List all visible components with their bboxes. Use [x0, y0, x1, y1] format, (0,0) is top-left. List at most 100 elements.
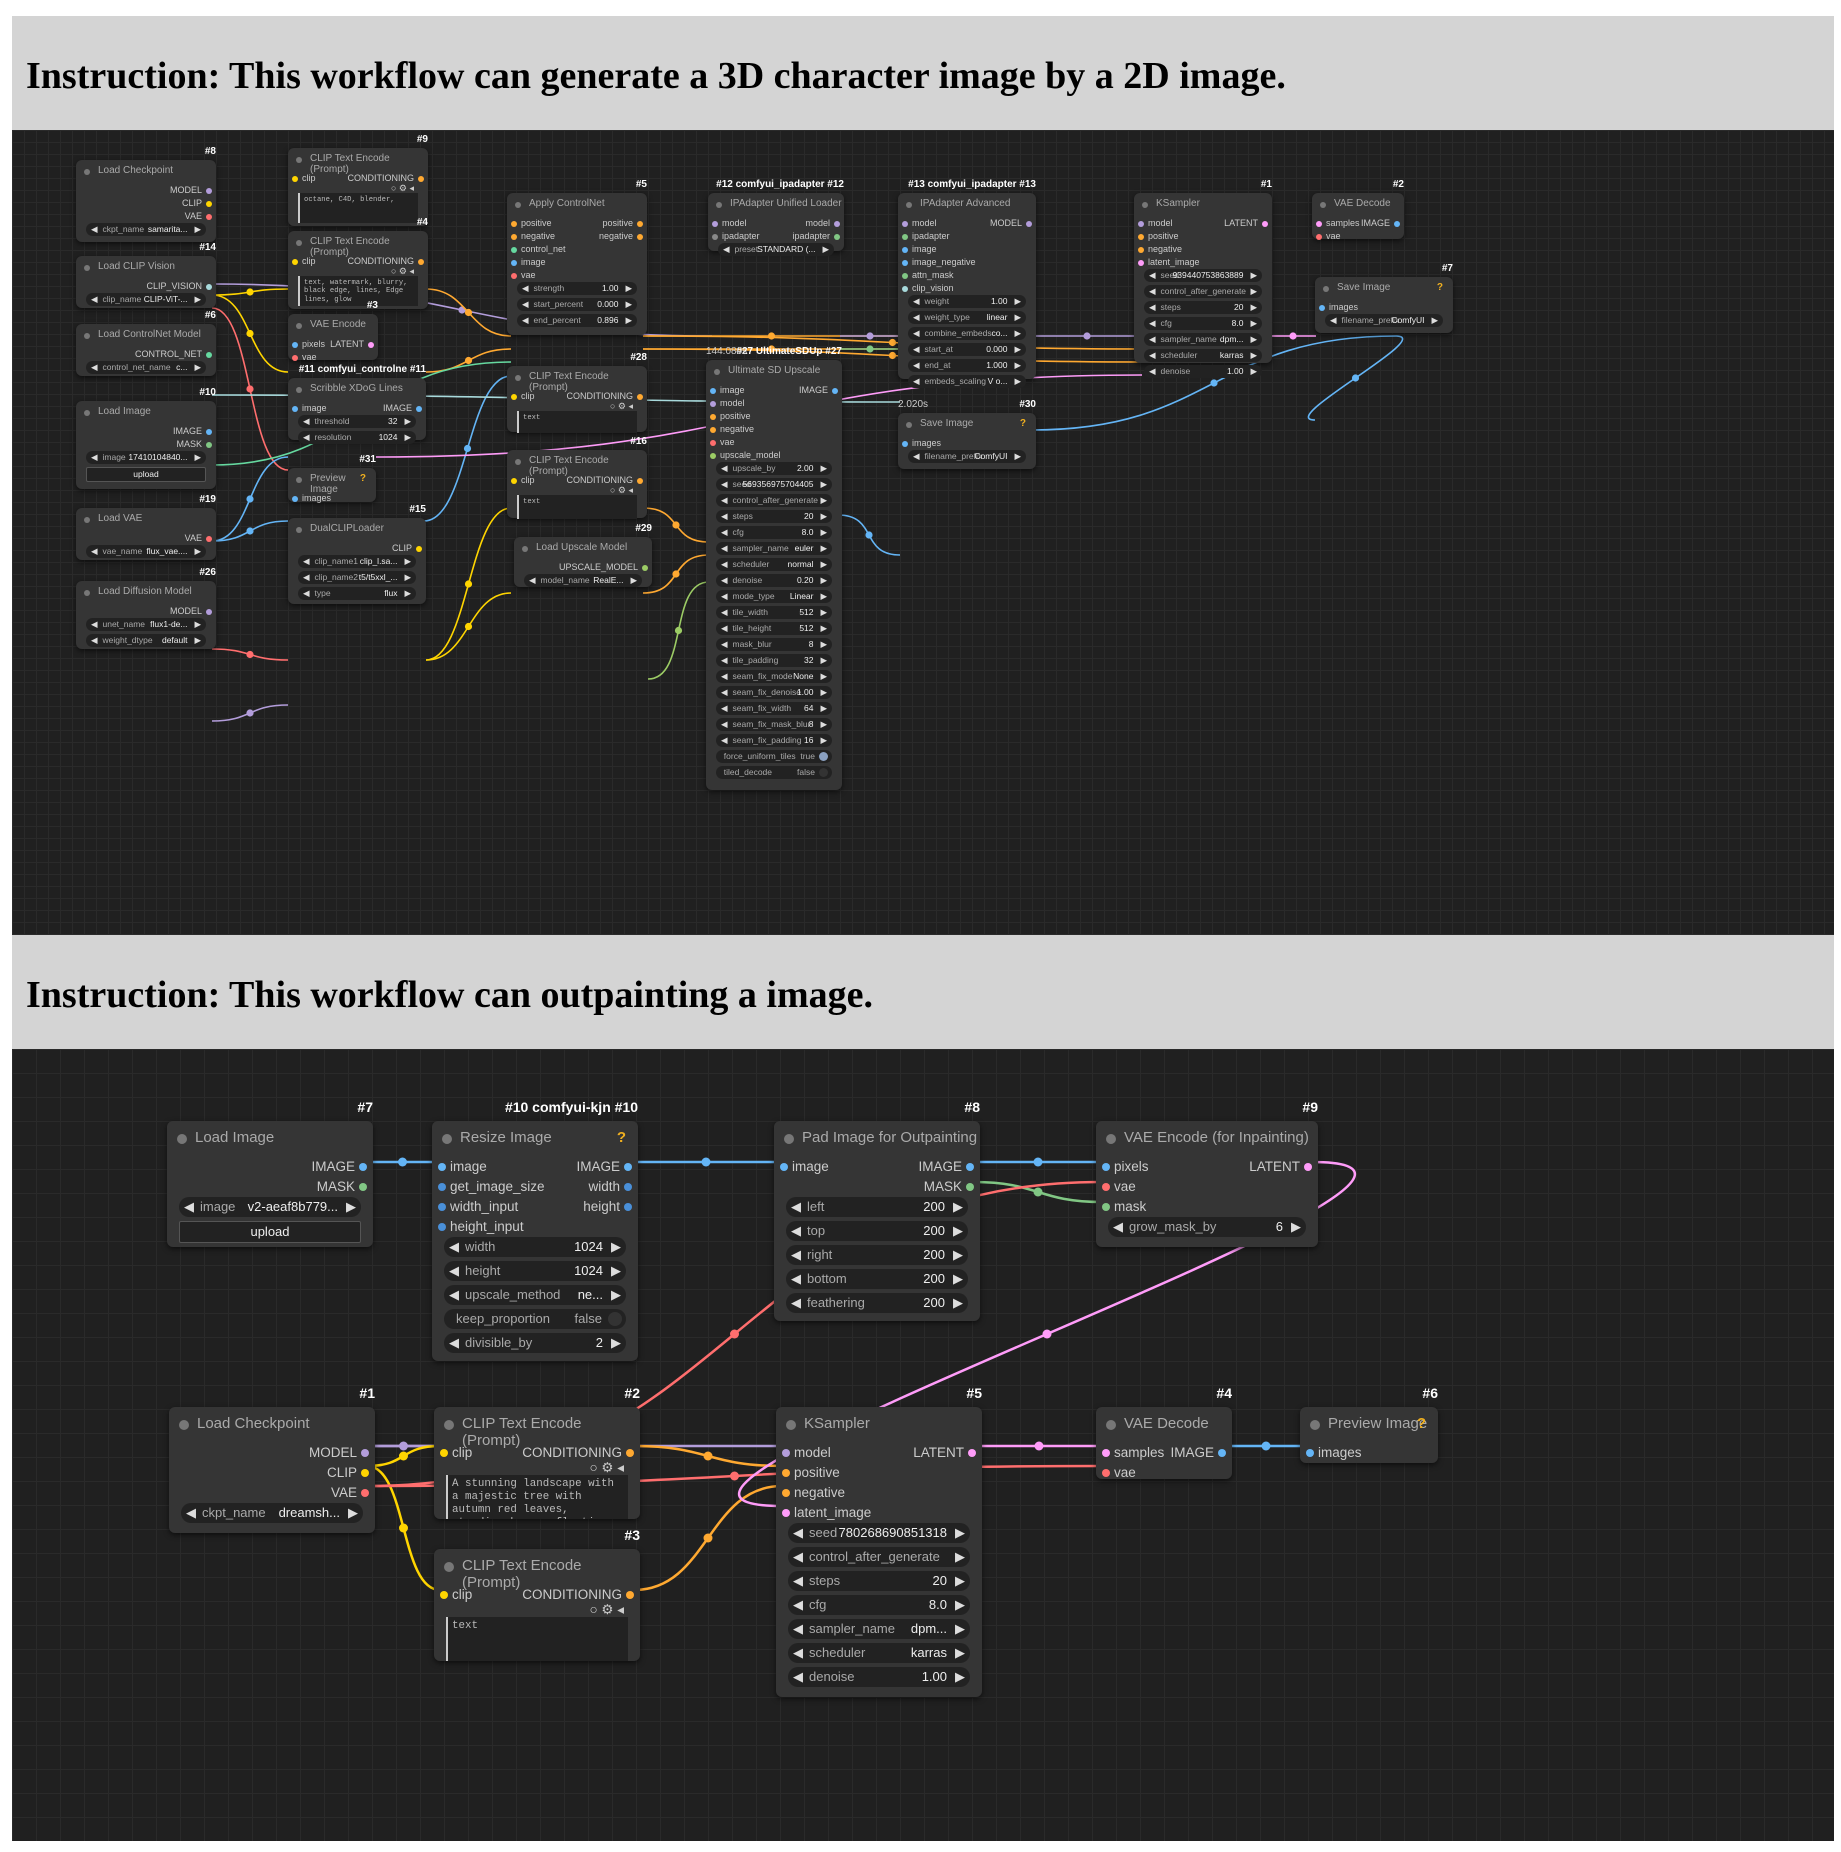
- w1-scribble-widget-resolution-decrement-icon[interactable]: ◀: [303, 431, 310, 444]
- w1-vae-decode-title[interactable]: VAE Decode: [1334, 198, 1391, 209]
- w1-ultimate-sd-widget-seed-increment-icon[interactable]: ▶: [820, 478, 827, 491]
- w2-ksampler-widget-denoise-decrement-icon[interactable]: ◀: [793, 1667, 803, 1687]
- w1-ultimate-sd-in-upscale-model-pin[interactable]: [710, 452, 716, 459]
- link-midpoint[interactable]: [701, 1157, 711, 1167]
- w1-dual-clip-widget-clip2-increment-icon[interactable]: ▶: [404, 571, 411, 584]
- w1-ultimate-sd-widget-seam-fix-denoise-increment-icon[interactable]: ▶: [820, 686, 827, 699]
- w2-clip-text-3[interactable]: CLIP Text Encode (Prompt) clip CONDITIONIN…: [434, 1549, 640, 1661]
- w1-load-checkpoint-out-model-pin[interactable]: [206, 187, 212, 194]
- w1-ultimate-sd-widget-seam-fix-mode-decrement-icon[interactable]: ◀: [721, 670, 728, 683]
- w1-ultimate-sd-widget-upscale-by-decrement-icon[interactable]: ◀: [721, 462, 728, 475]
- w1-ksampler[interactable]: KSampler model LATENT positive negative laten…: [1134, 193, 1272, 378]
- w1-load-image-widget-image[interactable]: ◀ image 17410104840... ▶: [86, 451, 206, 464]
- w2-ksampler-widget-control-after-generate-decrement-icon[interactable]: ◀: [793, 1547, 803, 1567]
- w1-clip-text-9-collapse-dot[interactable]: [296, 156, 302, 163]
- w1-load-vae-widget-vae-decrement-icon[interactable]: ◀: [91, 545, 98, 558]
- link-midpoint[interactable]: [464, 308, 473, 317]
- w1-ipadapter-adv-widget-combine-embeds[interactable]: ◀ combine_embeds co... ▶: [908, 327, 1026, 340]
- w1-ultimate-sd-collapse-dot[interactable]: [714, 368, 720, 375]
- workflow-canvas-2[interactable]: Load Image IMAGE MASK ◀ image v2-aeaf8b779...…: [12, 1049, 1834, 1841]
- w1-ipadapter-adv-collapse-dot[interactable]: [906, 201, 912, 208]
- w1-ultimate-sd-widget-force-uniform-toggle-knob[interactable]: [818, 751, 828, 762]
- w1-load-vae-widget-vae-increment-icon[interactable]: ▶: [194, 545, 201, 558]
- w2-resize-image-widget-height-decrement-icon[interactable]: ◀: [449, 1261, 459, 1281]
- w2-ksampler-widget-denoise-increment-icon[interactable]: ▶: [955, 1667, 965, 1687]
- w1-load-upscale[interactable]: Load Upscale Model UPSCALE_MODEL ◀ model_na…: [514, 537, 652, 587]
- w1-ksampler-widget-sampler-name-increment-icon[interactable]: ▶: [1250, 333, 1257, 346]
- w1-dual-clip[interactable]: DualCLIPLoader CLIP ◀ clip_name1 clip_l.sa..…: [288, 518, 426, 604]
- w1-ksampler-widget-cfg[interactable]: ◀ cfg 8.0 ▶: [1144, 317, 1262, 330]
- w1-load-clip-vision-collapse-dot[interactable]: [84, 264, 90, 271]
- w1-load-clip-vision-widget-clip[interactable]: ◀ clip_name CLIP-ViT-... ▶: [86, 293, 206, 306]
- w1-ultimate-sd-widget-tiled-decode[interactable]: tiled_decode false: [716, 766, 832, 779]
- w2-preview-image-title[interactable]: Preview Image: [1328, 1415, 1427, 1432]
- w1-apply-controlnet-in-image-pin[interactable]: [511, 259, 517, 266]
- w1-load-diffusion-widget-unet-decrement-icon[interactable]: ◀: [91, 618, 98, 631]
- link-midpoint[interactable]: [1289, 332, 1297, 340]
- w1-load-upscale-collapse-dot[interactable]: [522, 545, 528, 552]
- w1-ultimate-sd-widget-sampler-name[interactable]: ◀ sampler_name euler ▶: [716, 542, 832, 555]
- w2-clip-text-2-collapse-dot[interactable]: [444, 1420, 454, 1431]
- w1-apply-controlnet-widget-start-decrement-icon[interactable]: ◀: [522, 298, 529, 311]
- w1-clip-text-28-out-conditioning-pin[interactable]: [637, 393, 643, 400]
- w1-ipadapter-adv-widget-weight-type-increment-icon[interactable]: ▶: [1014, 311, 1021, 324]
- w1-vae-decode-in-vae-pin[interactable]: [1316, 233, 1322, 240]
- w1-save-image-30-title[interactable]: Save Image: [920, 418, 973, 429]
- w1-ultimate-sd-widget-steps[interactable]: ◀ steps 20 ▶: [716, 510, 832, 523]
- w1-ksampler-title[interactable]: KSampler: [1156, 198, 1200, 209]
- w2-ksampler-widget-control-after-generate-increment-icon[interactable]: ▶: [955, 1547, 965, 1567]
- link-midpoint[interactable]: [464, 356, 473, 365]
- w1-ipadapter-adv-widget-weight-type-decrement-icon[interactable]: ◀: [913, 311, 920, 324]
- w1-load-checkpoint-widget-ckpt-decrement-icon[interactable]: ◀: [91, 223, 98, 236]
- w1-ipadapter-loader-widget-preset[interactable]: ◀ preset STANDARD (... ▶: [718, 243, 834, 256]
- w1-ksampler-widget-cfg-decrement-icon[interactable]: ◀: [1149, 317, 1156, 330]
- w1-ipadapter-adv-in-image-pin[interactable]: [902, 246, 908, 253]
- w1-ultimate-sd-widget-mode-type-increment-icon[interactable]: ▶: [820, 590, 827, 603]
- w2-ksampler-widget-cfg[interactable]: ◀ cfg 8.0 ▶: [788, 1595, 970, 1615]
- w1-ultimate-sd-widget-denoise-decrement-icon[interactable]: ◀: [721, 574, 728, 587]
- w1-load-diffusion-out-model-pin[interactable]: [206, 608, 212, 615]
- w2-load-checkpoint-widget-ckpt-increment-icon[interactable]: ▶: [348, 1503, 358, 1523]
- w2-ksampler-widget-cfg-increment-icon[interactable]: ▶: [955, 1595, 965, 1615]
- w2-ksampler-in-latent-image-pin[interactable]: [782, 1509, 790, 1517]
- w1-ipadapter-adv-in-ipadapter-pin[interactable]: [902, 233, 908, 240]
- w1-load-upscale-out-upscale-model-pin[interactable]: [642, 564, 648, 571]
- w1-load-diffusion-title[interactable]: Load Diffusion Model: [98, 586, 192, 597]
- link-midpoint[interactable]: [464, 622, 473, 631]
- w2-vae-encode-inpaint-widget-grow-mask-by[interactable]: ◀ grow_mask_by 6 ▶: [1108, 1217, 1306, 1237]
- w2-ksampler-widget-control-after-generate[interactable]: ◀ control_after_generate ▶: [788, 1547, 970, 1567]
- w2-load-checkpoint-widget-ckpt-decrement-icon[interactable]: ◀: [186, 1503, 196, 1523]
- w1-clip-text-28-in-clip-pin[interactable]: [511, 393, 517, 400]
- w1-clip-text-4[interactable]: CLIP Text Encode (Prompt) clip CONDITIONIN…: [288, 231, 428, 309]
- w1-load-image-title[interactable]: Load Image: [98, 406, 151, 417]
- w1-ultimate-sd-in-positive-pin[interactable]: [710, 413, 716, 420]
- w2-ksampler-title[interactable]: KSampler: [804, 1415, 870, 1432]
- w1-ksampler-widget-seed[interactable]: ◀ seed 939440753863889 ▶: [1144, 269, 1262, 282]
- w1-ultimate-sd-widget-control-after-generate[interactable]: ◀ control_after_generate ▶: [716, 494, 832, 507]
- w2-preview-image[interactable]: Preview Image? images: [1300, 1407, 1438, 1463]
- w1-ipadapter-adv-widget-start-at[interactable]: ◀ start_at 0.000 ▶: [908, 343, 1026, 356]
- w2-resize-image-widget-upscale-method-decrement-icon[interactable]: ◀: [449, 1285, 459, 1305]
- w1-ultimate-sd-widget-scheduler-increment-icon[interactable]: ▶: [820, 558, 827, 571]
- w2-preview-image-collapse-dot[interactable]: [1310, 1420, 1320, 1431]
- w1-preview-image-in-images-pin[interactable]: [292, 495, 298, 502]
- w2-ksampler-widget-seed-decrement-icon[interactable]: ◀: [793, 1523, 803, 1543]
- w1-vae-encode-collapse-dot[interactable]: [296, 322, 302, 329]
- w1-apply-controlnet-widget-strength-increment-icon[interactable]: ▶: [625, 282, 632, 295]
- w2-resize-image[interactable]: Resize Image? image IMAGE get_image_size wid…: [432, 1121, 638, 1361]
- w1-load-checkpoint-out-vae-pin[interactable]: [206, 213, 212, 220]
- w1-ksampler-collapse-dot[interactable]: [1142, 201, 1148, 208]
- w1-load-image-widget-image-increment-icon[interactable]: ▶: [194, 451, 201, 464]
- w2-load-checkpoint-title[interactable]: Load Checkpoint: [197, 1415, 310, 1432]
- w1-ultimate-sd-widget-seam-fix-mode[interactable]: ◀ seam_fix_mode None ▶: [716, 670, 832, 683]
- w1-clip-text-16[interactable]: CLIP Text Encode (Prompt) clip CONDITIONIN…: [507, 450, 647, 519]
- w2-pad-image-collapse-dot[interactable]: [784, 1134, 794, 1145]
- w1-load-vae[interactable]: Load VAE VAE ◀ vae_name flux_vae.... ▶: [76, 508, 216, 560]
- w2-ksampler-collapse-dot[interactable]: [786, 1420, 796, 1431]
- w2-ksampler-widget-sampler-name-decrement-icon[interactable]: ◀: [793, 1619, 803, 1639]
- w2-vae-encode-inpaint-widget-grow-mask-by-decrement-icon[interactable]: ◀: [1113, 1217, 1123, 1237]
- w1-ksampler-out-latent-pin[interactable]: [1262, 220, 1268, 227]
- w2-pad-image-widget-right-increment-icon[interactable]: ▶: [953, 1245, 963, 1265]
- w2-resize-image-widget-width-decrement-icon[interactable]: ◀: [449, 1237, 459, 1257]
- link-midpoint[interactable]: [246, 495, 254, 503]
